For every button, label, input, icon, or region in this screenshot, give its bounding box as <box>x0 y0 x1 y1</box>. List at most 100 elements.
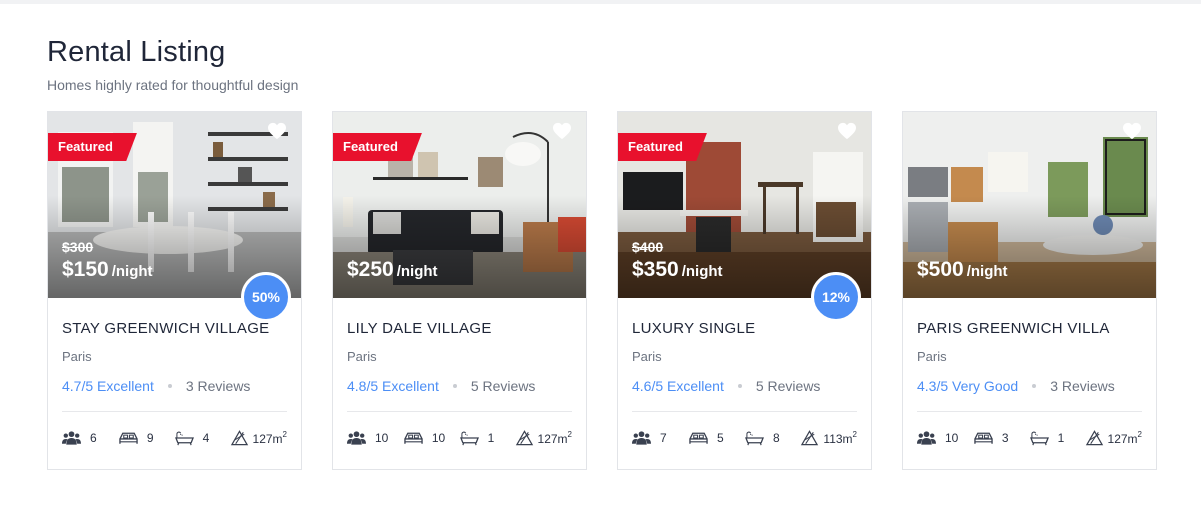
rating: 4.8/5 Excellent <box>347 378 439 394</box>
guests-amenity: 7 <box>632 430 689 446</box>
area-amenity: 127m2 <box>515 430 572 446</box>
price-unit: /night <box>396 263 438 280</box>
beds-amenity: 9 <box>119 430 175 446</box>
listing-details: LILY DALE VILLAGE Paris 4.8/5 Excellent … <box>333 320 586 446</box>
beds-amenity: 5 <box>689 430 745 446</box>
area-unit-superscript: 2 <box>282 430 287 439</box>
bathtub-icon <box>174 431 194 446</box>
area-amenity: 113m2 <box>800 430 857 446</box>
review-count[interactable]: 3 Reviews <box>186 378 251 394</box>
area-number: 127m <box>1107 432 1138 446</box>
beds-amenity: 10 <box>404 430 460 446</box>
amenities-row: 7 5 8 113m2 <box>632 430 857 446</box>
guests-amenity: 6 <box>62 430 119 446</box>
bed-icon <box>974 432 993 444</box>
listing-card-4[interactable]: $500/night PARIS GREENWICH VILLA Paris 4… <box>902 111 1157 470</box>
listing-title[interactable]: STAY GREENWICH VILLAGE <box>62 320 287 337</box>
separator-dot <box>167 384 172 388</box>
price: $150 <box>62 258 109 281</box>
area-unit-superscript: 2 <box>852 430 857 439</box>
guests-amenity: 10 <box>347 430 404 446</box>
review-count[interactable]: 5 Reviews <box>756 378 821 394</box>
separator-dot <box>452 384 457 388</box>
area-value: 127m2 <box>538 430 572 446</box>
listing-card-3[interactable]: Featured $400 $350/night 12% LUXURY SING… <box>617 111 872 470</box>
guests-count: 10 <box>375 431 389 445</box>
price: $500 <box>917 258 964 281</box>
listing-photo[interactable]: $500/night <box>903 112 1156 298</box>
rating-row: 4.7/5 Excellent 3 Reviews <box>62 378 287 394</box>
listing-city: Paris <box>62 349 92 364</box>
area-icon <box>801 430 819 446</box>
listing-photo[interactable]: Featured $250/night <box>333 112 586 298</box>
price-row: $150/night <box>62 258 153 282</box>
area-value: 127m2 <box>1108 430 1142 446</box>
area-unit-superscript: 2 <box>567 430 572 439</box>
users-icon <box>347 431 366 445</box>
amenities-row: 10 3 1 127m2 <box>917 430 1142 446</box>
listing-card-2[interactable]: Featured $250/night LILY DALE VILLAGE Pa… <box>332 111 587 470</box>
divider <box>62 411 287 412</box>
divider <box>917 411 1142 412</box>
baths-count: 1 <box>487 431 495 445</box>
featured-badge: Featured <box>333 133 422 161</box>
featured-badge: Featured <box>618 133 707 161</box>
bathtub-icon <box>459 431 479 446</box>
guests-amenity: 10 <box>917 430 974 446</box>
heart-icon[interactable] <box>1122 122 1142 140</box>
listing-details: STAY GREENWICH VILLAGE Paris 4.7/5 Excel… <box>48 320 301 446</box>
bathtub-icon <box>1029 431 1049 446</box>
review-count[interactable]: 5 Reviews <box>471 378 536 394</box>
separator-dot <box>1032 384 1037 388</box>
beds-count: 3 <box>1001 431 1009 445</box>
beds-count: 10 <box>431 431 446 445</box>
baths-count: 8 <box>773 431 780 445</box>
heart-icon[interactable] <box>837 122 857 140</box>
listing-card-1[interactable]: Featured $300 $150/night 50% STAY GREENW… <box>47 111 302 470</box>
bed-icon <box>404 432 423 444</box>
listing-photo[interactable]: Featured $400 $350/night <box>618 112 871 298</box>
price-row: $350/night <box>632 258 723 282</box>
divider <box>347 411 572 412</box>
discount-badge: 50% <box>241 272 291 322</box>
baths-amenity: 8 <box>745 430 800 446</box>
listing-city: Paris <box>347 349 377 364</box>
rating-row: 4.3/5 Very Good 3 Reviews <box>917 378 1142 394</box>
listing-title[interactable]: LUXURY SINGLE <box>632 320 857 337</box>
beds-count: 5 <box>717 431 724 445</box>
price-unit: /night <box>681 263 723 280</box>
listing-photo[interactable]: Featured $300 $150/night <box>48 112 301 298</box>
area-icon <box>515 430 533 446</box>
listing-title[interactable]: PARIS GREENWICH VILLA <box>917 320 1142 337</box>
section-title: Rental Listing <box>47 36 226 68</box>
area-icon <box>230 430 248 446</box>
price-unit: /night <box>111 263 153 280</box>
baths-count: 1 <box>1057 431 1065 445</box>
price: $350 <box>632 258 679 281</box>
bathtub-icon <box>745 431 764 446</box>
divider <box>632 411 857 412</box>
users-icon <box>62 431 81 445</box>
baths-amenity: 1 <box>459 430 515 446</box>
beds-count: 9 <box>146 431 154 445</box>
users-icon <box>917 431 936 445</box>
original-price: $400 <box>632 239 664 255</box>
area-number: 127m <box>537 432 568 446</box>
listing-city: Paris <box>632 349 662 364</box>
rating: 4.6/5 Excellent <box>632 378 724 394</box>
area-amenity: 127m2 <box>230 430 287 446</box>
baths-amenity: 1 <box>1029 430 1085 446</box>
listing-title[interactable]: LILY DALE VILLAGE <box>347 320 572 337</box>
heart-icon[interactable] <box>267 122 287 140</box>
price: $250 <box>347 258 394 281</box>
area-icon <box>1085 430 1103 446</box>
section-subtitle: Homes highly rated for thoughtful design <box>47 77 299 93</box>
top-border <box>0 0 1201 4</box>
bed-icon <box>119 432 138 444</box>
rating-row: 4.6/5 Excellent 5 Reviews <box>632 378 857 394</box>
area-value: 127m2 <box>253 430 287 446</box>
rating: 4.3/5 Very Good <box>917 378 1019 394</box>
guests-count: 6 <box>90 431 97 445</box>
review-count[interactable]: 3 Reviews <box>1050 378 1115 394</box>
heart-icon[interactable] <box>552 122 572 140</box>
